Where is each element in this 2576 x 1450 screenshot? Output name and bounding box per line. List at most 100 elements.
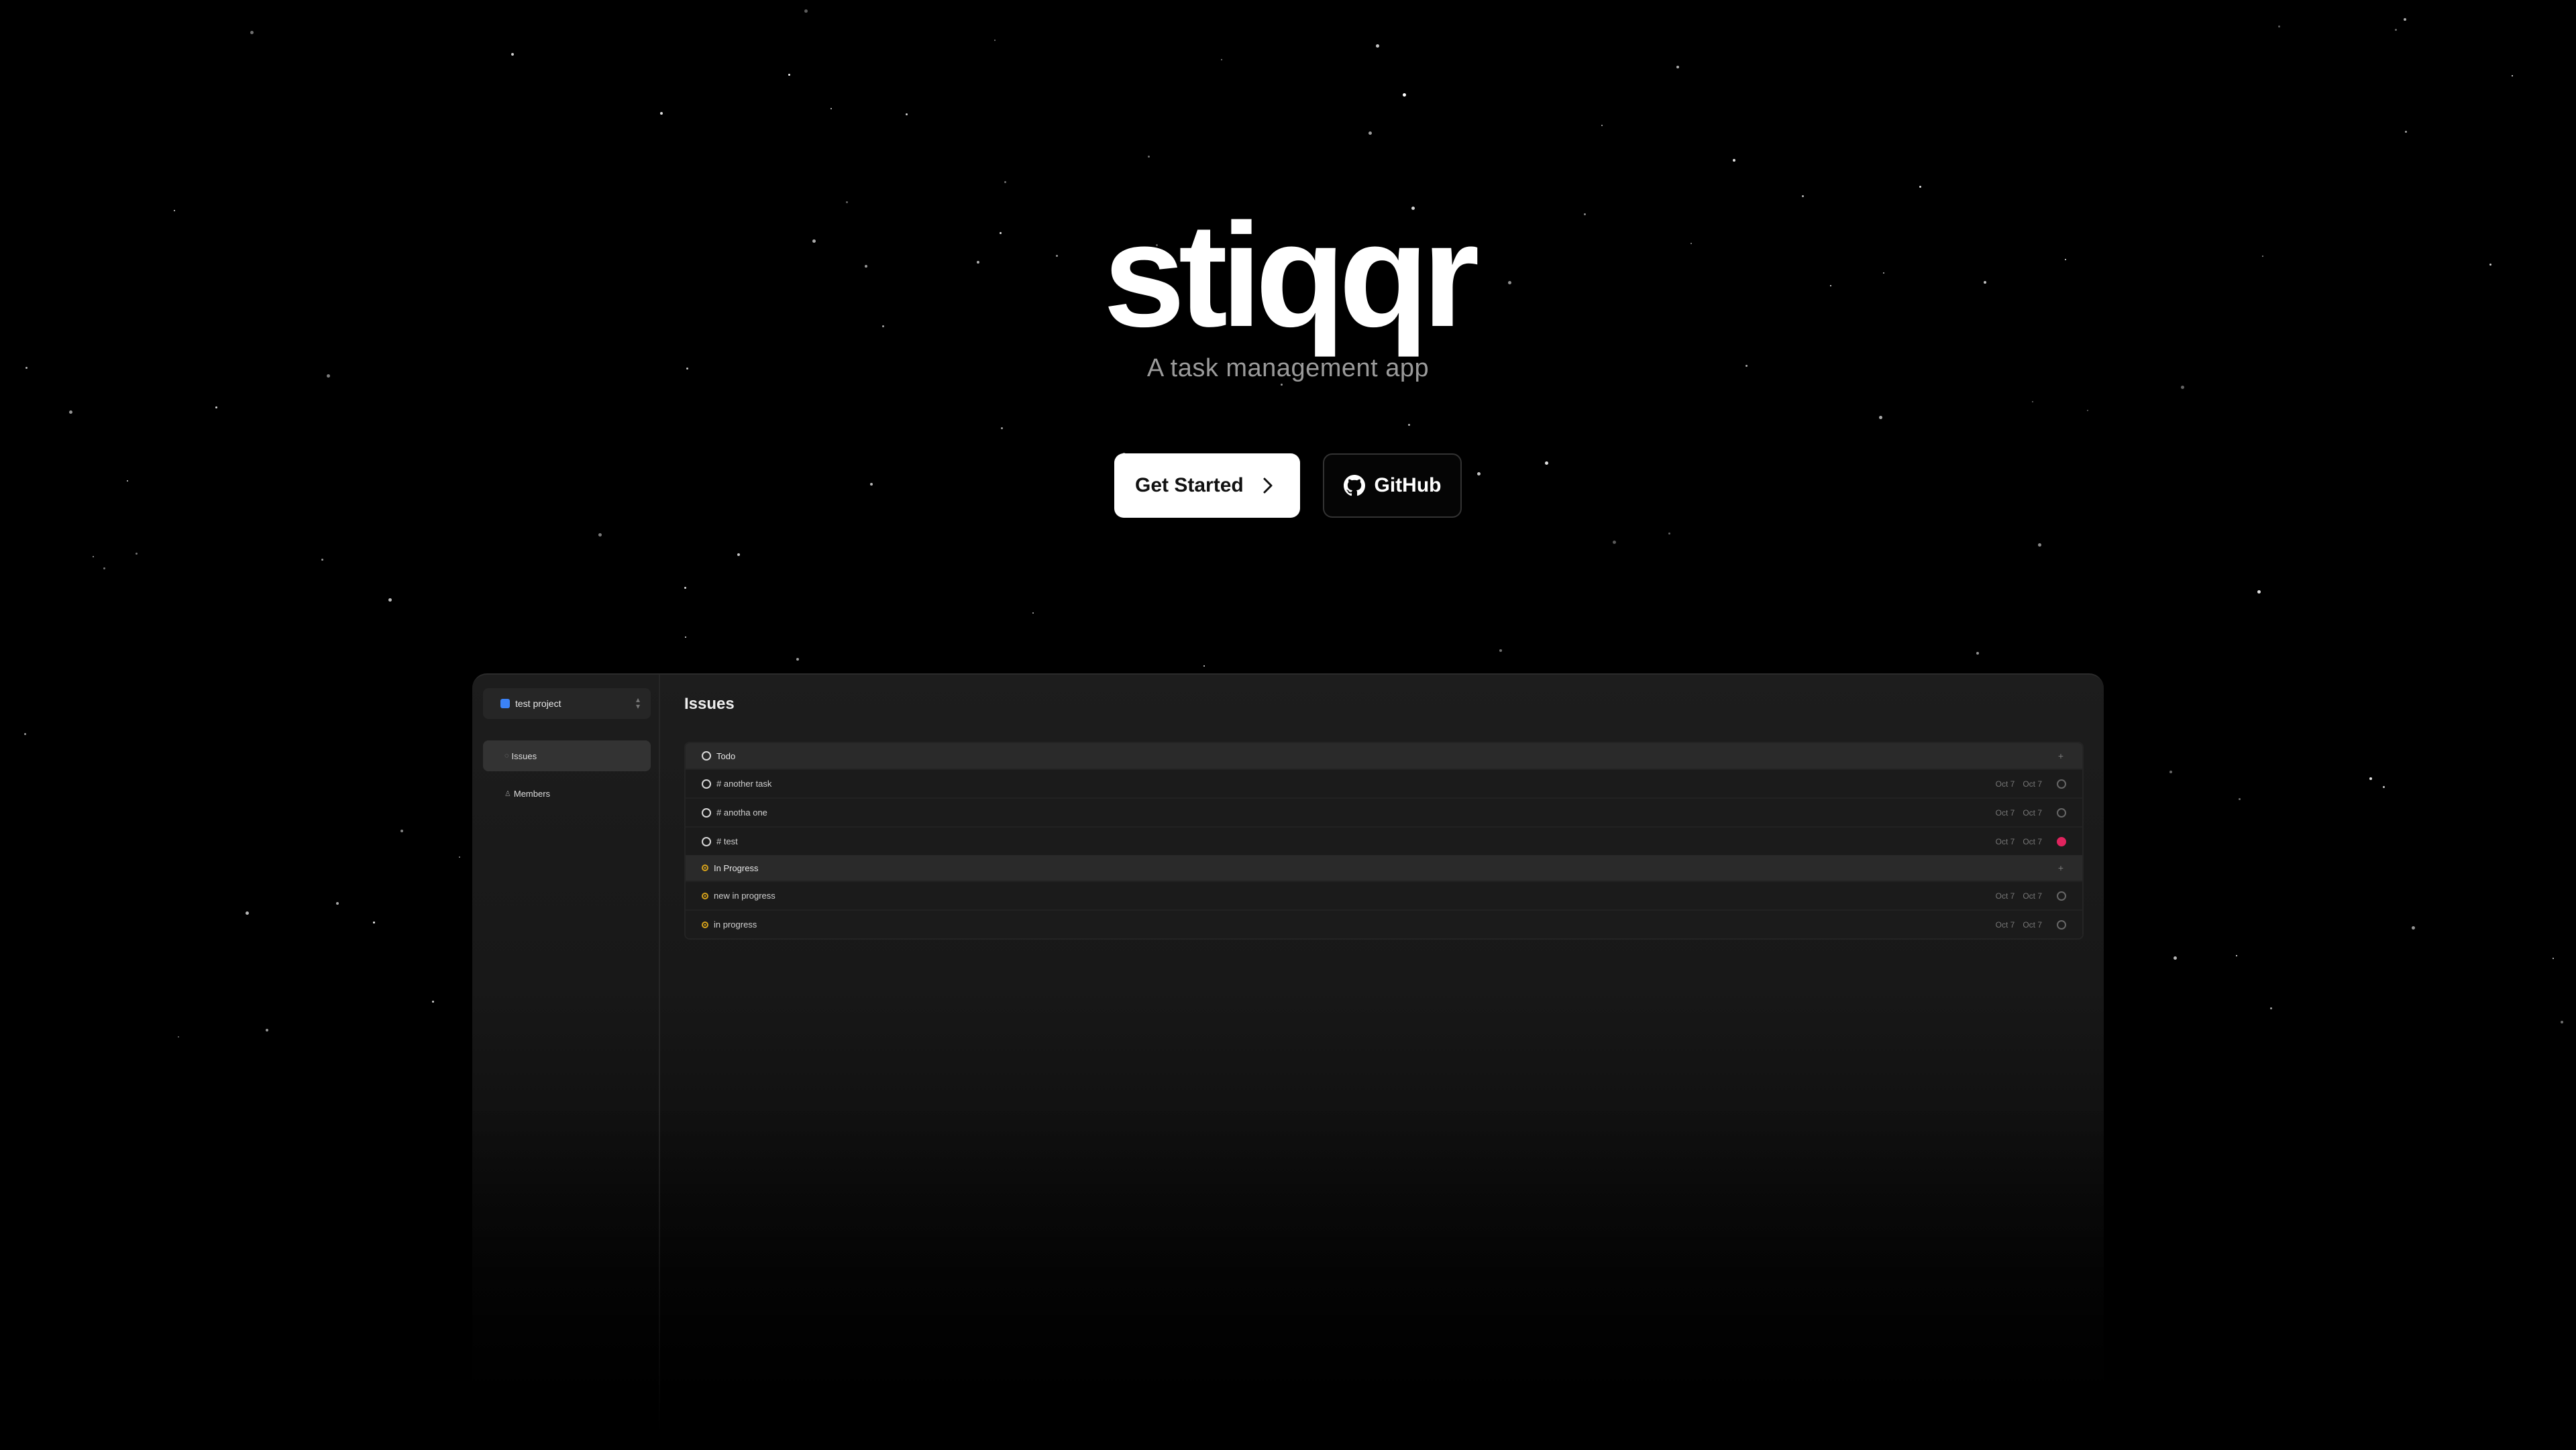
star-dot [1203,665,1205,667]
star-dot [250,31,254,34]
star-dot [2561,1021,2563,1023]
add-issue-icon[interactable]: + [2058,862,2063,873]
sidebar: test project ▴ ▾ ◌ Issues ♙ Members [472,675,660,1450]
star-dot [598,533,602,537]
sidebar-item-label: Members [513,788,551,799]
star-dot [1032,612,1034,614]
issue-row[interactable]: in progress Oct 7 Oct 7 [686,909,2082,938]
star-dot [2270,1007,2272,1009]
group-header-in-progress[interactable]: In Progress + [686,855,2082,881]
github-button[interactable]: GitHub [1323,453,1462,518]
issue-title: in progress [714,919,757,930]
in-progress-status-icon [702,892,708,899]
issue-created-date: Oct 7 [1995,779,2015,789]
project-switcher[interactable]: test project ▴ ▾ [483,688,651,719]
star-dot [1221,59,1222,60]
priority-icon[interactable] [2057,779,2066,789]
star-dot [1001,427,1003,429]
todo-status-icon [702,779,711,789]
issue-list: Todo + # another task Oct 7 Oct 7 # anot… [684,742,2084,940]
sidebar-item-issues[interactable]: ◌ Issues [483,740,651,771]
todo-status-icon [702,836,711,846]
tagline: A task management app [1146,354,1430,382]
star-dot [2512,75,2513,76]
star-dot [2181,386,2184,389]
group-label: Todo [716,750,736,761]
star-dot [1403,93,1406,97]
star-dot [2169,771,2172,773]
star-dot [2404,18,2406,21]
star-dot [1148,156,1150,158]
in-progress-status-icon [702,921,708,928]
star-dot [2412,926,2415,930]
star-dot [321,559,323,561]
add-issue-icon[interactable]: + [2058,750,2063,761]
star-dot [1499,649,1502,652]
issue-created-date: Oct 7 [1995,891,2015,901]
star-dot [2087,410,2088,411]
priority-icon[interactable] [2057,891,2066,901]
star-dot [2278,25,2280,27]
priority-icon[interactable] [2057,919,2066,930]
issue-row[interactable]: # another task Oct 7 Oct 7 [686,769,2082,797]
members-icon: ♙ [504,789,511,798]
star-dot [1879,416,1882,419]
issue-updated-date: Oct 7 [2023,779,2042,789]
star-dot [906,113,908,115]
star-dot [266,1029,268,1031]
star-dot [136,553,138,555]
issue-updated-date: Oct 7 [2023,891,2042,901]
star-dot [93,556,94,557]
star-dot [2239,798,2241,800]
star-dot [2405,131,2407,133]
star-dot [1802,195,1804,197]
project-name: test project [515,698,561,709]
issue-row[interactable]: # test Oct 7 Oct 7 [686,826,2082,855]
star-dot [788,74,790,76]
chevron-updown-icon: ▴ ▾ [635,695,640,711]
star-dot [511,53,514,56]
issue-title: # test [716,836,738,846]
star-dot [246,911,249,915]
star-dot [1919,186,1921,188]
in-progress-status-icon [702,865,708,871]
star-dot [69,410,72,414]
star-dot [373,922,375,924]
sidebar-item-members[interactable]: ♙ Members [483,778,651,809]
star-dot [178,1036,179,1038]
star-dot [737,553,740,556]
star-dot [2038,543,2041,547]
issue-created-date: Oct 7 [1995,836,2015,846]
issue-row[interactable]: # anotha one Oct 7 Oct 7 [686,797,2082,826]
star-dot [2369,777,2372,780]
star-dot [1281,384,1283,386]
star-dot [388,598,392,602]
issue-title: new in progress [714,891,775,901]
get-started-label: Get Started [1135,474,1244,496]
group-header-todo[interactable]: Todo + [686,743,2082,769]
star-dot [1976,652,1979,655]
github-label: GitHub [1374,474,1442,496]
issue-updated-date: Oct 7 [2023,836,2042,846]
priority-icon[interactable] [2057,807,2066,818]
issue-created-date: Oct 7 [1995,807,2015,818]
chevron-right-icon [1263,478,1273,494]
issue-title: # another task [716,779,772,789]
star-dot [994,40,996,41]
page-title: Issues [684,695,735,713]
star-dot [215,406,217,408]
star-dot [1368,131,1372,135]
star-dot [2257,590,2261,594]
urgent-priority-icon[interactable] [2057,836,2066,846]
issue-updated-date: Oct 7 [2023,807,2042,818]
star-dot [1601,125,1603,126]
github-icon [1343,475,1365,496]
issue-title: # anotha one [716,807,767,818]
get-started-button[interactable]: Get Started [1114,453,1300,518]
group-label: In Progress [714,862,759,873]
star-dot [1408,424,1410,426]
star-dot [2383,786,2385,788]
issue-row[interactable]: new in progress Oct 7 Oct 7 [686,881,2082,909]
star-dot [1004,181,1006,183]
project-color-icon [500,699,510,708]
